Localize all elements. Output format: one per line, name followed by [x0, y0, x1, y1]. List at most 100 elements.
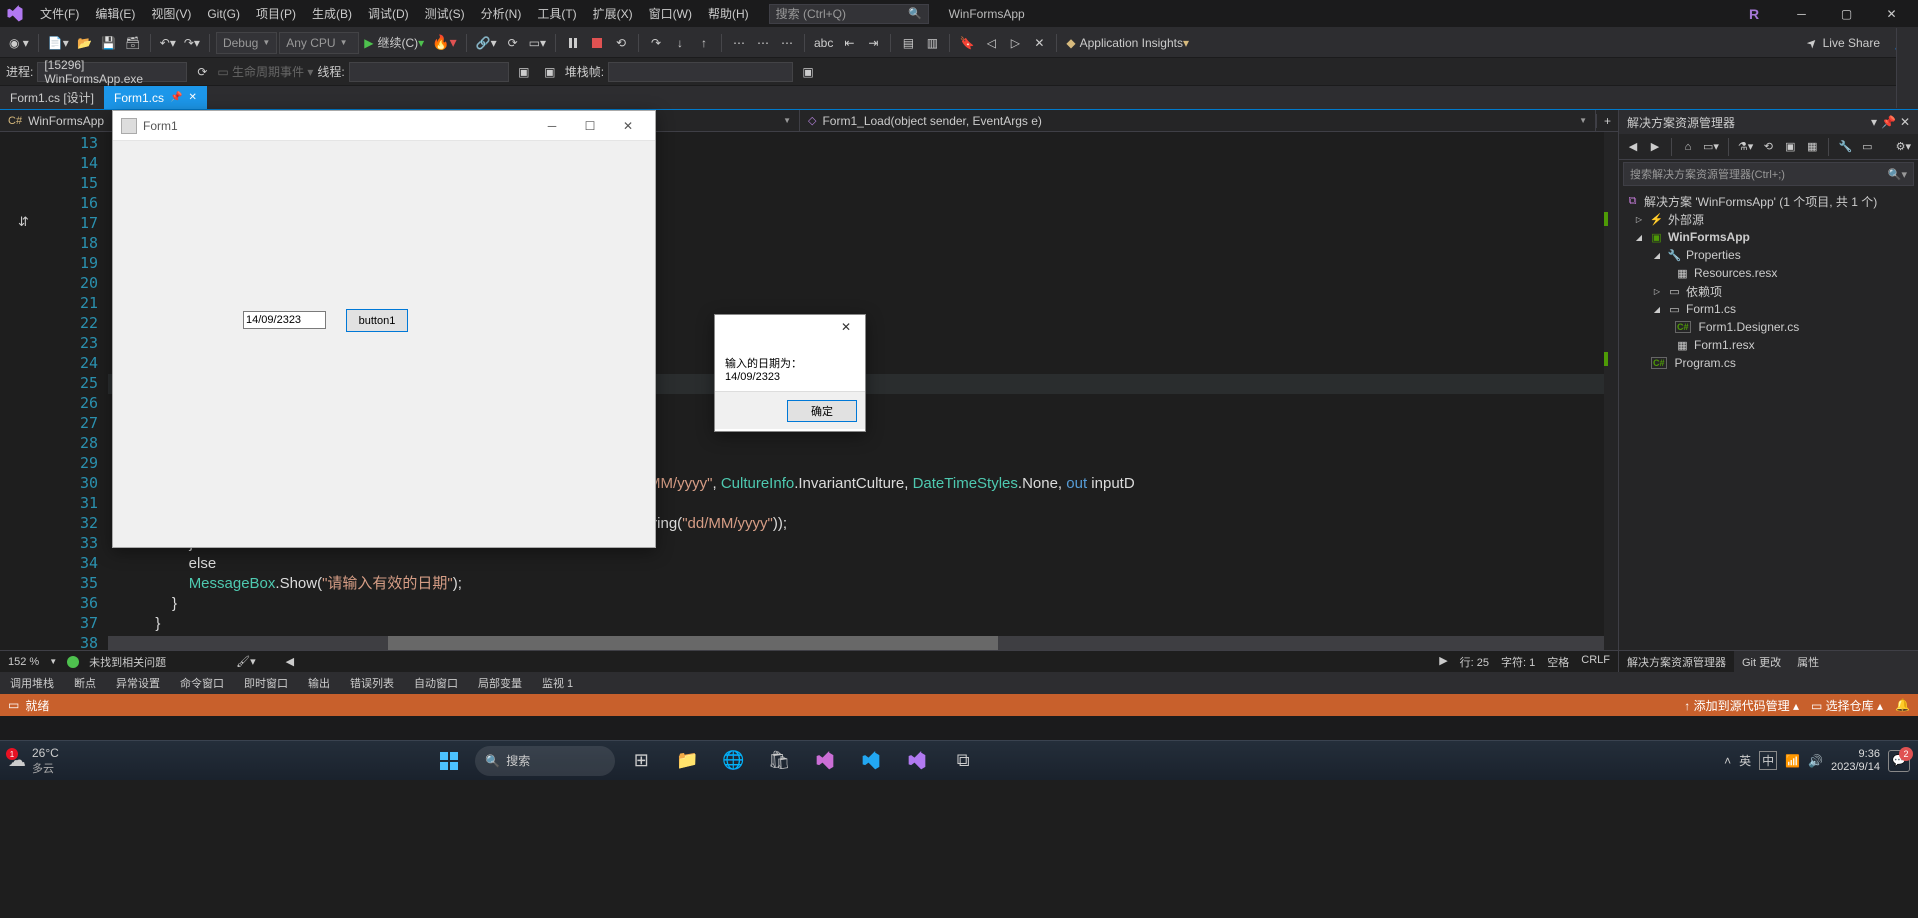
preview-button[interactable]: ▭▾	[526, 32, 549, 54]
tb-bookmark-clear[interactable]: ✕	[1028, 32, 1050, 54]
messagebox-ok-button[interactable]: 确定	[787, 400, 857, 422]
process-refresh[interactable]: ⟳	[191, 61, 213, 83]
weather-widget[interactable]: ☁1 26°C 多云	[8, 746, 59, 776]
save-all-button[interactable]: 🗃	[122, 32, 144, 54]
store-icon[interactable]: 🛍	[759, 741, 799, 781]
process-dropdown[interactable]: [15296] WinFormsApp.exe	[37, 62, 187, 82]
menu-test[interactable]: 测试(S)	[417, 0, 473, 27]
zoom-level[interactable]: 152 %	[8, 656, 39, 668]
step-into-button[interactable]: ↓	[669, 32, 691, 54]
refresh-button[interactable]: ⟳	[502, 32, 524, 54]
tray-chevron-icon[interactable]: ˄	[1724, 754, 1731, 768]
messagebox-titlebar[interactable]: ✕	[715, 315, 865, 339]
tab-command[interactable]: 命令窗口	[170, 672, 234, 694]
menu-extensions[interactable]: 扩展(X)	[585, 0, 641, 27]
minimize-button[interactable]: ─	[1779, 0, 1824, 28]
solex-switchview[interactable]: ▭▾	[1700, 137, 1722, 157]
hot-reload-button[interactable]: 🔥▾	[429, 32, 459, 54]
thread-btn1[interactable]: ▣	[513, 61, 535, 83]
tb-extra2[interactable]: ⋯	[752, 32, 774, 54]
step-out-button[interactable]: ↑	[693, 32, 715, 54]
solex-sync[interactable]: ⟲	[1758, 137, 1778, 157]
explorer-icon[interactable]: 📁	[667, 741, 707, 781]
form-maximize-button[interactable]: ☐	[571, 111, 609, 141]
stop-button[interactable]	[586, 32, 608, 54]
overview-ruler[interactable]	[1604, 132, 1618, 650]
panel-pin-icon[interactable]: 📌	[1881, 115, 1896, 129]
tb-uncomment[interactable]: ▥	[921, 32, 943, 54]
form-close-button[interactable]: ✕	[609, 111, 647, 141]
ime-english[interactable]: 英	[1739, 752, 1751, 769]
open-file-button[interactable]: 📂	[74, 32, 96, 54]
date-textbox[interactable]	[243, 311, 326, 329]
bell-icon[interactable]: 🔔	[1895, 698, 1910, 712]
undo-button[interactable]: ↶▾	[157, 32, 179, 54]
menu-view[interactable]: 视图(V)	[143, 0, 199, 27]
stack-btn[interactable]: ▣	[797, 61, 819, 83]
solex-home[interactable]: ⌂	[1678, 137, 1698, 157]
step-over-button[interactable]: ↷	[645, 32, 667, 54]
tree-project[interactable]: ◢▣WinFormsApp	[1619, 228, 1918, 246]
tree-form[interactable]: ◢▭Form1.cs	[1619, 300, 1918, 318]
save-button[interactable]: 💾	[98, 32, 120, 54]
maximize-button[interactable]: ▢	[1824, 0, 1869, 28]
tree-resources[interactable]: ▦Resources.resx	[1619, 264, 1918, 282]
tb-extra1[interactable]: ⋯	[728, 32, 750, 54]
nav-method-dropdown[interactable]: ◇Form1_Load(object sender, EventArgs e)▼	[800, 110, 1596, 131]
menu-file[interactable]: 文件(F)	[32, 0, 87, 27]
tree-formresx[interactable]: ▦Form1.resx	[1619, 336, 1918, 354]
vs-icon[interactable]	[805, 741, 845, 781]
start-button[interactable]	[429, 741, 469, 781]
tab-output[interactable]: 输出	[298, 672, 340, 694]
button1[interactable]: button1	[346, 309, 408, 332]
breakpoint-margin[interactable]: ⇵	[0, 132, 50, 650]
solex-showall[interactable]: ▦	[1802, 137, 1822, 157]
close-tab-icon[interactable]: ✕	[188, 92, 196, 103]
panel-close-icon[interactable]: ✕	[1900, 115, 1910, 129]
tb-bookmark-next[interactable]: ▷	[1004, 32, 1026, 54]
solution-tree[interactable]: ⧉解决方案 'WinFormsApp' (1 个项目, 共 1 个) ▷⚡外部源…	[1619, 188, 1918, 650]
quick-launch-search[interactable]: 搜索 (Ctrl+Q) 🔍	[769, 4, 929, 24]
wifi-icon[interactable]: 📶	[1785, 754, 1800, 768]
config-dropdown[interactable]: Debug▼	[216, 32, 277, 54]
new-item-button[interactable]: 📄▾	[45, 32, 72, 54]
tb-indent-in[interactable]: ⇥	[862, 32, 884, 54]
scroll-right-icon[interactable]: ▶	[1439, 654, 1447, 670]
tree-program[interactable]: C#Program.cs	[1619, 354, 1918, 372]
task-view-button[interactable]: ⊞	[621, 741, 661, 781]
tree-properties[interactable]: ◢🔧Properties	[1619, 246, 1918, 264]
solex-fwd[interactable]: ▶	[1645, 137, 1665, 157]
right-side-toolbox[interactable]	[1896, 28, 1918, 108]
form1-titlebar[interactable]: Form1 ─ ☐ ✕	[113, 111, 655, 141]
tab-git-changes[interactable]: Git 更改	[1734, 651, 1789, 672]
menu-analyze[interactable]: 分析(N)	[473, 0, 530, 27]
solex-settings[interactable]: ⚙▾	[1893, 137, 1914, 157]
redo-button[interactable]: ↷▾	[181, 32, 203, 54]
ime-chinese[interactable]: 中	[1759, 751, 1777, 770]
add-source-control[interactable]: ↑ 添加到源代码管理 ▴	[1684, 697, 1799, 714]
tab-breakpoints[interactable]: 断点	[64, 672, 106, 694]
menu-build[interactable]: 生成(B)	[304, 0, 360, 27]
menu-tools[interactable]: 工具(T)	[529, 0, 584, 27]
tb-comment[interactable]: ▤	[897, 32, 919, 54]
menu-window[interactable]: 窗口(W)	[641, 0, 700, 27]
vs2-icon[interactable]	[897, 741, 937, 781]
tab-properties[interactable]: 属性	[1789, 651, 1827, 672]
tb-text-icon[interactable]: abc	[811, 32, 836, 54]
solex-preview[interactable]: ▭	[1857, 137, 1877, 157]
notification-center[interactable]: 💬2	[1888, 750, 1910, 772]
tab-form-code[interactable]: Form1.cs📌✕	[104, 86, 207, 109]
restart-button[interactable]: ⟲	[610, 32, 632, 54]
solex-properties[interactable]: 🔧	[1835, 137, 1855, 157]
stackframe-dropdown[interactable]	[608, 62, 793, 82]
tb-bookmark[interactable]: 🔖	[956, 32, 978, 54]
menu-debug[interactable]: 调试(D)	[360, 0, 417, 27]
indent-mode[interactable]: 空格	[1547, 654, 1569, 670]
taskbar-clock[interactable]: 9:362023/9/14	[1831, 748, 1880, 774]
app-insights-button[interactable]: ◆ Application Insights ▾	[1063, 32, 1192, 54]
taskbar-search[interactable]: 🔍搜索	[475, 746, 615, 776]
solex-filter[interactable]: ⚗▾	[1735, 137, 1756, 157]
tab-solution-explorer[interactable]: 解决方案资源管理器	[1619, 651, 1734, 672]
resharper-icon[interactable]: R	[1739, 6, 1769, 22]
tb-bookmark-prev[interactable]: ◁	[980, 32, 1002, 54]
